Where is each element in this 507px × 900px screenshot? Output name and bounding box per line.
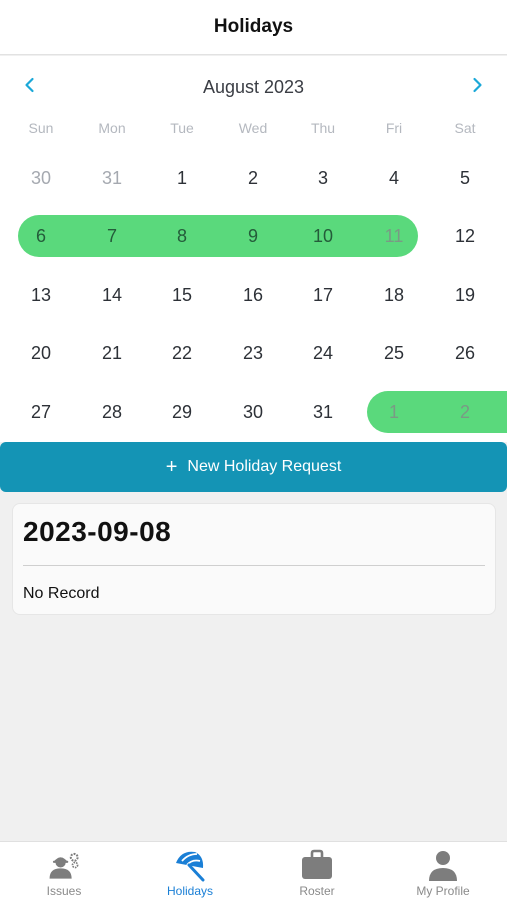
tab-label: Roster [299,884,335,898]
tab-issues[interactable]: Issues [1,842,127,900]
new-holiday-request-label: New Holiday Request [187,458,342,475]
plus-icon: + [165,456,178,478]
calendar-day[interactable]: 23 [218,332,288,374]
weekday-header: Sun Mon Tue Wed Thu Fri Sat [0,120,507,142]
calendar-day[interactable]: 4 [359,157,429,199]
calendar-day[interactable]: 25 [359,332,429,374]
calendar-day[interactable]: 5 [430,157,500,199]
new-holiday-request-button[interactable]: + New Holiday Request [0,442,507,492]
calendar-day[interactable]: 10 [288,215,358,257]
weekday-label: Thu [310,120,336,136]
chevron-left-icon [21,76,39,99]
tab-label: Holidays [166,884,214,898]
calendar-day[interactable]: 1 [359,391,429,433]
calendar-day[interactable]: 7 [77,215,147,257]
calendar-day[interactable]: 31 [77,157,147,199]
calendar-day[interactable]: 16 [218,274,288,316]
calendar-day[interactable]: 3 [288,157,358,199]
tab-roster[interactable]: Roster [254,842,380,900]
calendar-day[interactable]: 21 [77,332,147,374]
calendar-day[interactable]: 30 [218,391,288,433]
calendar-day[interactable]: 1 [147,157,217,199]
calendar-week-row: 6 7 8 9 10 11 12 [0,215,507,257]
chevron-right-icon [468,76,486,99]
tab-label: My Profile [416,884,470,898]
no-record-text: No Record [23,585,100,602]
calendar-day[interactable]: 22 [147,332,217,374]
weekday-label: Sun [28,120,54,136]
calendar-week-row: 13 14 15 16 17 18 19 [0,274,507,316]
month-label: August 2023 [202,76,305,97]
bottom-tab-bar: Issues Holidays Roster My Profile [0,841,507,900]
calendar-day[interactable]: 31 [288,391,358,433]
calendar-day[interactable]: 9 [218,215,288,257]
calendar-day[interactable]: 30 [6,157,76,199]
record-date: 2023-09-08 [23,516,172,547]
calendar-week-row: 27 28 29 30 31 1 2 [0,391,507,433]
holiday-record-card: 2023-09-08 No Record [12,503,496,615]
divider [23,565,485,566]
calendar-day[interactable]: 26 [430,332,500,374]
calendar-day[interactable]: 20 [6,332,76,374]
calendar-day[interactable]: 27 [6,391,76,433]
calendar-day[interactable]: 15 [147,274,217,316]
top-header: Holidays [0,0,507,55]
calendar-day[interactable]: 18 [359,274,429,316]
calendar-day[interactable]: 2 [430,391,500,433]
calendar-day[interactable]: 13 [6,274,76,316]
briefcase-icon [300,848,334,882]
weekday-label: Mon [98,120,126,136]
calendar-day[interactable]: 12 [430,215,500,257]
next-month-button[interactable] [447,70,507,104]
weekday-label: Tue [170,120,194,136]
weekday-label: Wed [238,120,268,136]
worker-gear-icon [47,848,81,882]
tab-my-profile[interactable]: My Profile [380,842,506,900]
calendar-day[interactable]: 11 [359,215,429,257]
calendar-day[interactable]: 29 [147,391,217,433]
calendar-day[interactable]: 8 [147,215,217,257]
month-navigation: August 2023 [0,70,507,104]
calendar-week-row: 30 31 1 2 3 4 5 [0,157,507,199]
person-icon [426,848,460,882]
calendar-day[interactable]: 28 [77,391,147,433]
weekday-label: Sat [454,120,476,136]
calendar-day[interactable]: 17 [288,274,358,316]
calendar-day[interactable]: 19 [430,274,500,316]
calendar: August 2023 Sun Mon Tue Wed Thu Fri Sat … [0,56,507,442]
calendar-day[interactable]: 2 [218,157,288,199]
calendar-week-row: 20 21 22 23 24 25 26 [0,332,507,374]
calendar-day[interactable]: 24 [288,332,358,374]
prev-month-button[interactable] [0,70,60,104]
calendar-day[interactable]: 6 [6,215,76,257]
weekday-label: Fri [385,120,403,136]
tab-label: Issues [46,884,82,898]
tab-holidays[interactable]: Holidays [127,842,253,900]
calendar-day[interactable]: 14 [77,274,147,316]
page-title: Holidays [213,16,294,37]
beach-umbrella-icon [173,848,207,882]
